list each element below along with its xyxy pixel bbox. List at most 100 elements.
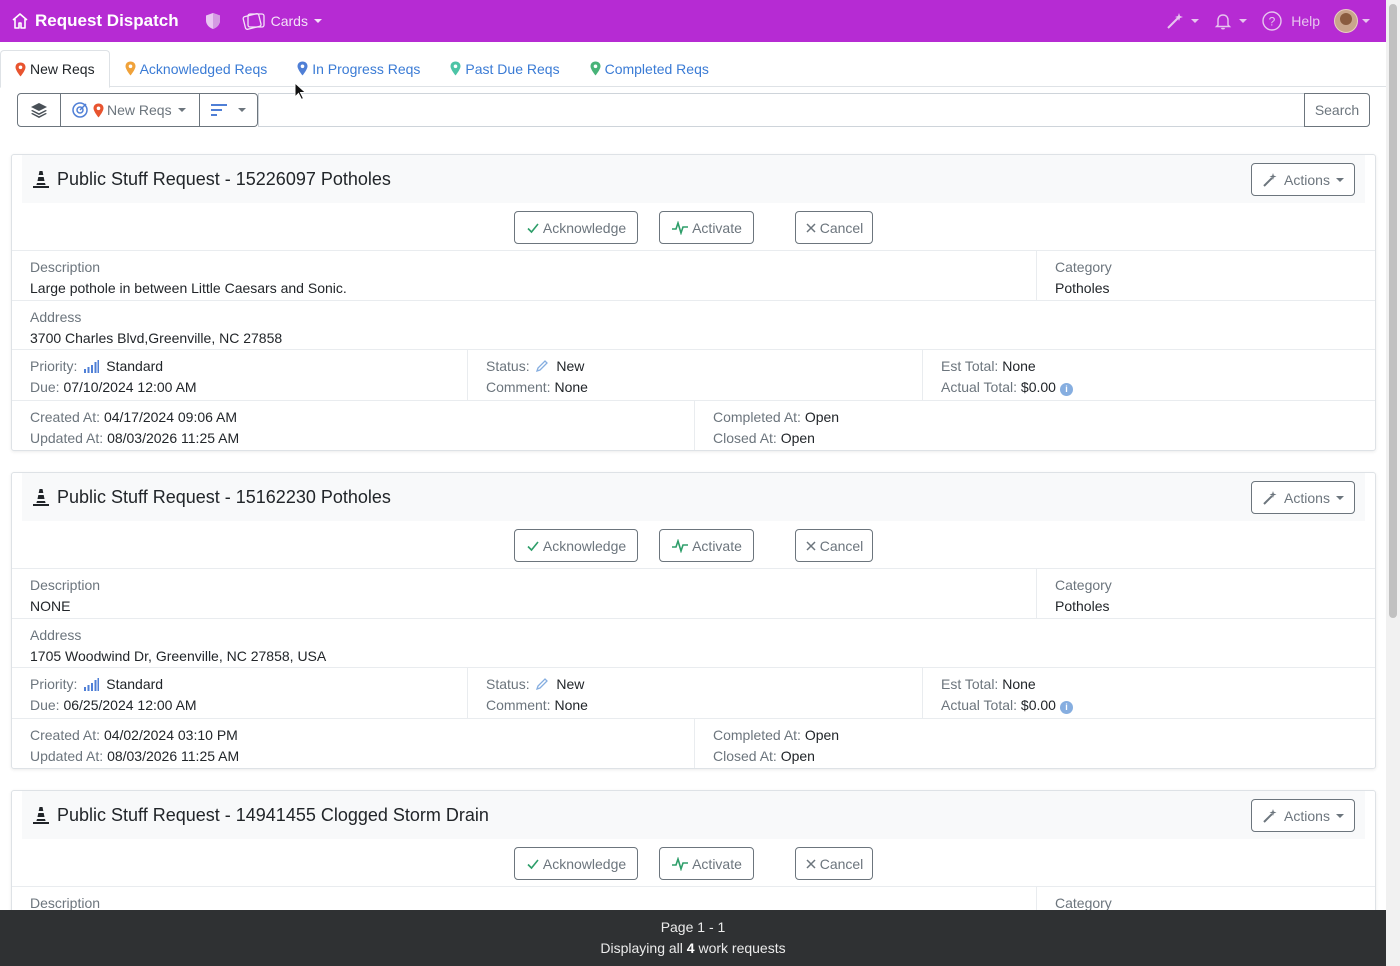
mouse-cursor-icon <box>294 82 307 101</box>
created-at-value: 04/17/2024 09:06 AM <box>103 409 238 425</box>
priority-value: Standard <box>106 676 164 692</box>
info-icon[interactable]: i <box>1059 701 1073 714</box>
closed-at-label: Closed At: <box>713 748 777 764</box>
priority-label: Priority: <box>30 676 78 692</box>
status-filter-dropdown[interactable]: New Reqs <box>61 93 200 127</box>
toolbar: New Reqs Search <box>17 93 1370 127</box>
status-label: Status: <box>486 358 530 374</box>
updated-at-label: Updated At: <box>30 430 104 446</box>
chevron-down-icon <box>177 108 186 112</box>
check-icon <box>527 540 539 551</box>
user-menu[interactable] <box>1334 9 1370 33</box>
tab-completed-reqs[interactable]: Completed Reqs <box>575 50 724 87</box>
layers-button[interactable] <box>17 93 61 127</box>
due-label: Due: <box>30 379 60 395</box>
tab-label: In Progress Reqs <box>312 60 421 77</box>
description-row: Description NONE Category Potholes <box>12 569 1375 619</box>
acknowledge-button[interactable]: Acknowledge <box>514 529 638 562</box>
cards-icon <box>242 13 265 30</box>
tab-new-reqs[interactable]: New Reqs <box>0 50 110 88</box>
card-title: Public Stuff Request - 15162230 Potholes <box>57 486 391 507</box>
timestamps-row: Created At: 04/02/2024 03:10 PM Updated … <box>12 719 1375 768</box>
actual-total-label: Actual Total: <box>941 379 1018 395</box>
svg-text:?: ? <box>1269 15 1276 29</box>
tab-label: Completed Reqs <box>604 60 709 77</box>
shield-icon[interactable] <box>203 11 223 31</box>
map-pin-icon <box>15 62 26 76</box>
info-icon[interactable]: i <box>1059 383 1073 396</box>
acknowledge-label: Acknowledge <box>542 219 627 236</box>
search-input[interactable] <box>258 93 1304 127</box>
acknowledge-label: Acknowledge <box>542 537 627 554</box>
chevron-down-icon <box>1335 813 1344 818</box>
address-label: Address <box>30 309 82 325</box>
updated-at-value: 08/03/2026 11:25 AM <box>107 430 240 446</box>
signal-bars-icon <box>84 678 100 691</box>
cancel-button[interactable]: Cancel <box>795 211 873 244</box>
acknowledge-button[interactable]: Acknowledge <box>514 847 638 880</box>
magic-wand-icon <box>1167 13 1184 29</box>
actions-dropdown[interactable]: Actions <box>1251 163 1355 196</box>
comment-value: None <box>554 379 588 395</box>
cancel-button[interactable]: Cancel <box>795 529 873 562</box>
acknowledge-label: Acknowledge <box>542 855 627 872</box>
actual-total-value: $0.00 <box>1020 379 1056 395</box>
tab-acknowledged-reqs[interactable]: Acknowledged Reqs <box>110 50 283 87</box>
actions-dropdown[interactable]: Actions <box>1251 481 1355 514</box>
due-value: 06/25/2024 12:00 AM <box>63 697 197 713</box>
cancel-button[interactable]: Cancel <box>795 847 873 880</box>
magic-menu[interactable] <box>1165 11 1200 31</box>
description-label: Description <box>30 259 101 275</box>
card-header: Public Stuff Request - 14941455 Clogged … <box>22 791 1365 839</box>
completed-at-label: Completed At: <box>713 727 801 743</box>
search-button[interactable]: Search <box>1304 93 1370 127</box>
actions-label: Actions <box>1284 489 1330 506</box>
cancel-label: Cancel <box>819 537 864 554</box>
help-link[interactable]: ? Help <box>1261 10 1320 32</box>
pagination-footer: Page 1 - 1 Displaying all 4 work request… <box>0 910 1386 966</box>
activate-button[interactable]: Activate <box>659 211 754 244</box>
chevron-down-icon <box>1191 19 1200 23</box>
chevron-down-icon <box>1335 495 1344 500</box>
magic-wand-icon <box>1263 490 1277 505</box>
actions-dropdown[interactable]: Actions <box>1251 799 1355 832</box>
actions-label: Actions <box>1284 171 1330 188</box>
request-card: Public Stuff Request - 15162230 Potholes… <box>11 472 1376 769</box>
card-title: Public Stuff Request - 15226097 Potholes <box>57 168 391 189</box>
signal-bars-icon <box>84 360 100 373</box>
description-label: Description <box>30 577 101 593</box>
tab-past-due-reqs[interactable]: Past Due Reqs <box>435 50 574 87</box>
actual-total-label: Actual Total: <box>941 697 1018 713</box>
details-row: Priority: Standard Due: 07/10/2024 12:00… <box>12 350 1375 401</box>
card-action-buttons: Acknowledge Activate Cancel <box>12 521 1375 569</box>
layers-icon <box>31 103 47 118</box>
question-circle-icon: ? <box>1262 11 1282 31</box>
tab-label: New Reqs <box>30 61 95 77</box>
top-navbar: Request Dispatch Cards ? Help <box>0 0 1386 42</box>
closed-at-value: Open <box>780 430 815 446</box>
status-value: New <box>556 676 585 692</box>
map-pin-icon <box>125 61 136 76</box>
closed-at-value: Open <box>780 748 815 764</box>
page-scrollbar[interactable] <box>1386 0 1400 966</box>
sort-dropdown[interactable] <box>200 93 258 127</box>
activate-label: Activate <box>692 219 742 236</box>
notifications-menu[interactable] <box>1213 11 1248 31</box>
bell-icon <box>1215 14 1232 30</box>
check-icon <box>527 222 539 233</box>
pulse-icon <box>672 220 689 235</box>
magic-wand-icon <box>1263 172 1277 187</box>
traffic-cone-icon <box>33 171 49 188</box>
activate-button[interactable]: Activate <box>659 529 754 562</box>
activate-button[interactable]: Activate <box>659 847 754 880</box>
tab-label: Acknowledged Reqs <box>139 60 268 77</box>
close-icon <box>806 222 816 233</box>
brand-link[interactable]: Request Dispatch <box>10 11 179 31</box>
acknowledge-button[interactable]: Acknowledge <box>514 211 638 244</box>
scrollbar-thumb[interactable] <box>1389 4 1397 618</box>
address-value: 1705 Woodwind Dr, Greenville, NC 27858, … <box>30 648 327 664</box>
cards-menu[interactable]: Cards <box>241 11 322 31</box>
display-suffix: work requests <box>698 940 786 956</box>
est-total-label: Est Total: <box>941 676 999 692</box>
card-header: Public Stuff Request - 15162230 Potholes… <box>22 473 1365 521</box>
